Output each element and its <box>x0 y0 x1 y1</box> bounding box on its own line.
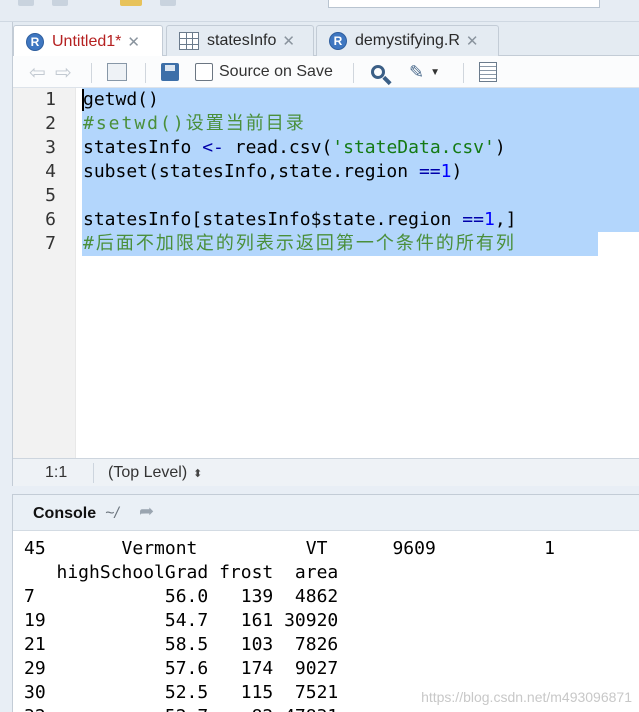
watermark: https://blog.csdn.net/m493096871 <box>421 689 632 705</box>
console-output-line: 19 54.7 161 30920 <box>24 610 339 631</box>
search-icon <box>371 65 385 79</box>
go-to-dir-icon[interactable]: ➦ <box>139 501 154 522</box>
tab-label: Untitled1* <box>52 32 122 50</box>
toolbar-divider <box>145 63 146 83</box>
console-output-line: 29 57.6 174 9027 <box>24 658 339 679</box>
code-token: == <box>462 209 484 230</box>
line-number: 6 <box>45 209 56 230</box>
status-divider <box>93 463 94 483</box>
toolbar-divider <box>463 63 464 83</box>
close-icon[interactable]: ✕ <box>466 32 479 50</box>
source-editor-pane: R Untitled1* ✕ statesInfo ✕ R demystifyi… <box>12 22 639 486</box>
tab-label: statesInfo <box>207 32 277 49</box>
save-icon <box>161 63 179 81</box>
line-number: 5 <box>45 185 56 206</box>
code-line[interactable]: #后面不加限定的列表示返回第一个条件的所有列 <box>83 232 516 256</box>
close-icon[interactable]: ✕ <box>282 32 295 50</box>
code-line[interactable]: statesInfo[statesInfo$state.region ==1,] <box>83 208 517 232</box>
toolbar-divider <box>353 63 354 83</box>
folder-icon[interactable] <box>120 0 142 6</box>
toolbar-icon[interactable] <box>18 0 34 6</box>
chevron-down-icon: ▼ <box>430 66 440 78</box>
source-on-save-checkbox[interactable] <box>195 63 213 81</box>
report-icon <box>479 62 497 82</box>
pane-splitter[interactable] <box>12 486 639 494</box>
code-token: 1 <box>440 161 452 182</box>
code-token: subset(statesInfo,state.region <box>83 161 419 182</box>
code-token: ) <box>451 161 463 182</box>
compile-report-button[interactable] <box>479 61 497 83</box>
r-file-icon: R <box>26 32 44 51</box>
source-on-save-toggle[interactable]: Source on Save <box>195 61 333 83</box>
console-working-dir: ~/ <box>105 505 119 522</box>
forward-arrow-icon[interactable]: ⇨ <box>55 61 72 84</box>
tab-untitled1[interactable]: R Untitled1* ✕ <box>13 25 163 57</box>
console-header: Console ~/ ➦ <box>13 495 639 531</box>
line-number: 4 <box>45 161 56 182</box>
editor-tab-bar: R Untitled1* ✕ statesInfo ✕ R demystifyi… <box>13 22 639 57</box>
line-number: 1 <box>45 89 56 110</box>
tab-demystifying[interactable]: R demystifying.R ✕ <box>316 25 499 56</box>
show-in-window-button[interactable] <box>107 61 127 83</box>
code-token: ,] <box>494 209 517 230</box>
code-token: #setwd()设置当前目录 <box>83 113 306 134</box>
editor-status-bar: 1:1 (Top Level) ⬍ <box>13 458 639 486</box>
code-token: statesInfo[statesInfo$state.region <box>83 209 463 230</box>
cursor-position: 1:1 <box>45 464 68 481</box>
save-button[interactable] <box>161 61 179 83</box>
editor-toolbar: ⇦ ⇨ Source on Save ✎ ▼ <box>13 56 639 88</box>
r-file-icon: R <box>329 32 347 50</box>
code-editor[interactable]: 1 2 3 4 5 6 7 getwd() #setwd()设置当前目录 state… <box>13 88 639 458</box>
scope-selector[interactable]: (Top Level) ⬍ <box>108 464 202 482</box>
back-arrow-icon[interactable]: ⇦ <box>29 61 46 84</box>
show-in-window-icon <box>107 63 127 81</box>
console-pane: Console ~/ ➦ 32 52.7 82 47831 30 52.5 115… <box>12 494 639 712</box>
line-number: 7 <box>45 233 56 254</box>
code-token: == <box>418 161 441 182</box>
console-output-line: 21 58.5 103 7826 <box>24 634 339 655</box>
console-output-line: 30 52.5 115 7521 <box>24 682 339 703</box>
text-cursor <box>82 89 84 111</box>
console-output-line: 7 56.0 139 4862 <box>24 586 339 607</box>
toolbar-icon[interactable] <box>160 0 176 6</box>
code-line[interactable]: subset(statesInfo,state.region ==1) <box>83 160 462 184</box>
code-line[interactable]: statesInfo <- read.csv('stateData.csv') <box>83 136 506 160</box>
code-token: 'stateData.csv' <box>332 137 495 158</box>
toolbar-divider <box>91 63 92 83</box>
find-replace-button[interactable] <box>371 61 385 83</box>
code-token: statesInfo <box>83 137 203 158</box>
code-line[interactable]: #setwd()设置当前目录 <box>83 112 306 136</box>
console-title[interactable]: Console <box>33 505 96 523</box>
code-token: ) <box>494 137 506 158</box>
code-tools-button[interactable]: ✎ ▼ <box>409 61 440 83</box>
toolbar-icon[interactable] <box>52 0 68 6</box>
code-token: #后面不加限定的列表示返回第一个条件的所有列 <box>83 233 516 254</box>
code-token: getwd() <box>83 89 159 110</box>
code-token: 1 <box>483 209 495 230</box>
goto-file-box[interactable] <box>328 0 600 8</box>
code-line[interactable]: getwd() <box>83 88 159 112</box>
console-output-line: 45 Vermont VT 9609 1 <box>24 538 556 559</box>
tab-label: demystifying.R <box>355 32 460 49</box>
updown-icon: ⬍ <box>193 468 203 480</box>
console-output[interactable]: 32 52.7 82 47831 30 52.5 115 7521 29 57.6 … <box>13 531 639 712</box>
close-icon[interactable]: ✕ <box>127 33 140 51</box>
code-token: <- <box>202 137 224 158</box>
console-output-line: highSchoolGrad frost area <box>24 562 339 583</box>
data-grid-icon <box>179 32 199 50</box>
line-number-gutter: 1 2 3 4 5 6 7 <box>13 88 76 458</box>
line-number: 2 <box>45 113 56 134</box>
scope-label: (Top Level) <box>108 464 188 481</box>
tab-statesinfo[interactable]: statesInfo ✕ <box>166 25 314 56</box>
code-token: read.csv( <box>223 137 333 158</box>
console-output-line: 32 52.7 82 47831 <box>24 705 338 712</box>
line-number: 3 <box>45 137 56 158</box>
source-on-save-label: Source on Save <box>219 63 333 80</box>
rstudio-window: R Untitled1* ✕ statesInfo ✕ R demystifyi… <box>0 0 639 712</box>
top-toolbar-strip <box>0 0 639 22</box>
magic-wand-icon: ✎ <box>409 61 425 82</box>
